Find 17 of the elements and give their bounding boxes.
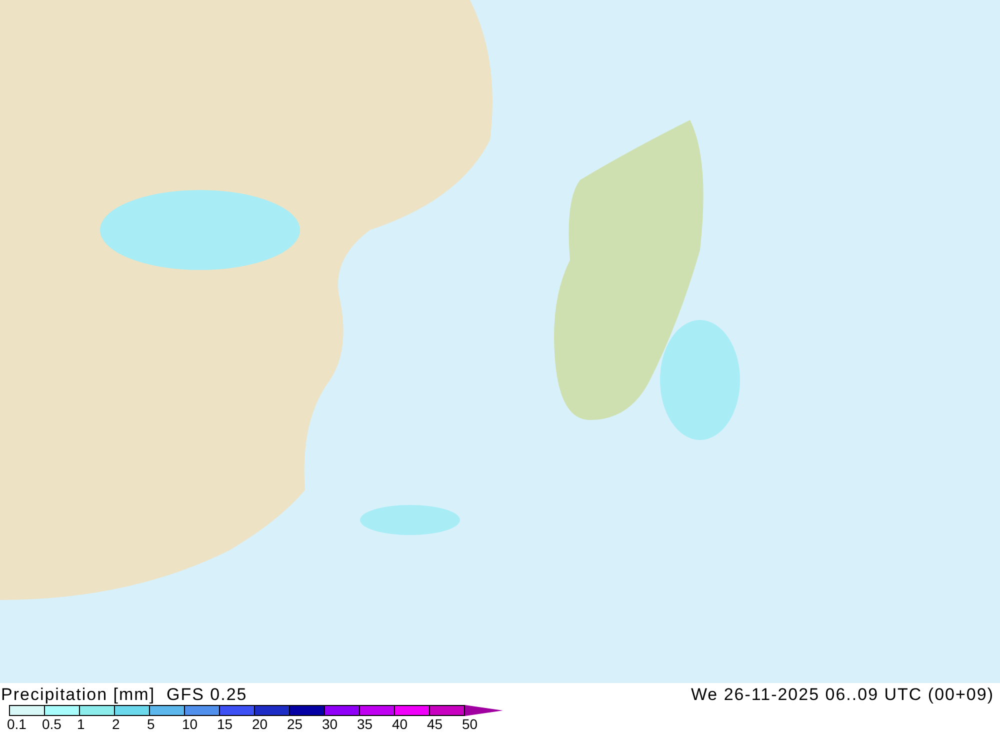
legend-label: 5 — [147, 716, 155, 732]
legend-label: 40 — [392, 716, 408, 732]
legend-label: 1 — [77, 716, 85, 732]
chart-title: Precipitation [mm] GFS 0.25 — [1, 685, 248, 705]
legend-label: 35 — [357, 716, 373, 732]
legend-label: 10 — [182, 716, 198, 732]
legend-label: 50 — [462, 716, 478, 732]
legend-label: 0.1 — [7, 716, 26, 732]
valid-time: We 26-11-2025 06..09 UTC (00+09) — [690, 685, 994, 705]
legend-label: 45 — [427, 716, 443, 732]
legend-label: 15 — [217, 716, 233, 732]
legend-label: 25 — [287, 716, 303, 732]
legend-label: 0.5 — [42, 716, 62, 732]
legend-arrow-icon — [465, 705, 503, 716]
legend-label: 20 — [252, 716, 268, 732]
legend-label: 2 — [112, 716, 120, 732]
legend-label: 30 — [322, 716, 338, 732]
